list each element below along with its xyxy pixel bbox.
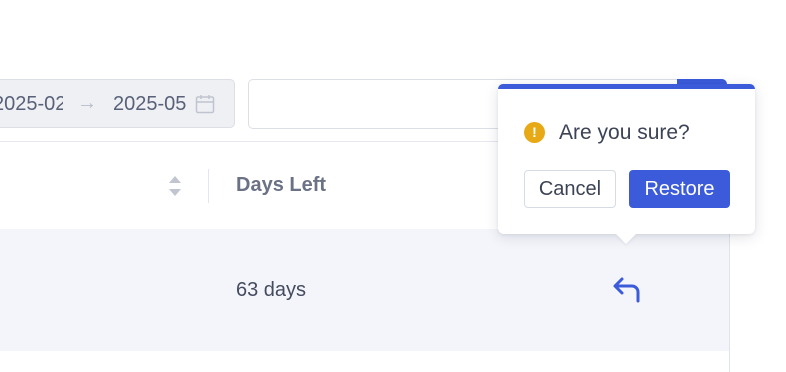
- days-left-cell: 63 days: [236, 279, 307, 301]
- popover-accent-bar: [498, 84, 755, 89]
- exclamation-circle-icon: !: [524, 122, 545, 143]
- restore-button[interactable]: Restore: [629, 170, 730, 208]
- popover-message: Are you sure?: [559, 121, 690, 144]
- column-header-days-left[interactable]: Days Left: [236, 174, 326, 197]
- date-end-input[interactable]: 2025-05: [113, 93, 189, 116]
- column-divider: [208, 169, 209, 203]
- date-start-input[interactable]: 2025-02: [0, 93, 63, 116]
- stage: 2025-02 → 2025-05 Days Left 63 days ! Ar…: [0, 0, 786, 372]
- cancel-button[interactable]: Cancel: [524, 170, 616, 208]
- range-separator: →: [77, 92, 97, 114]
- date-range-picker[interactable]: 2025-02 → 2025-05: [0, 79, 235, 128]
- undo-arrow-icon[interactable]: [612, 276, 642, 304]
- table-row: 63 days: [0, 229, 729, 351]
- calendar-icon[interactable]: [195, 94, 215, 114]
- popover-arrow: [616, 234, 636, 244]
- sort-icon[interactable]: [168, 174, 182, 198]
- confirm-popover: ! Are you sure? Cancel Restore: [498, 84, 755, 244]
